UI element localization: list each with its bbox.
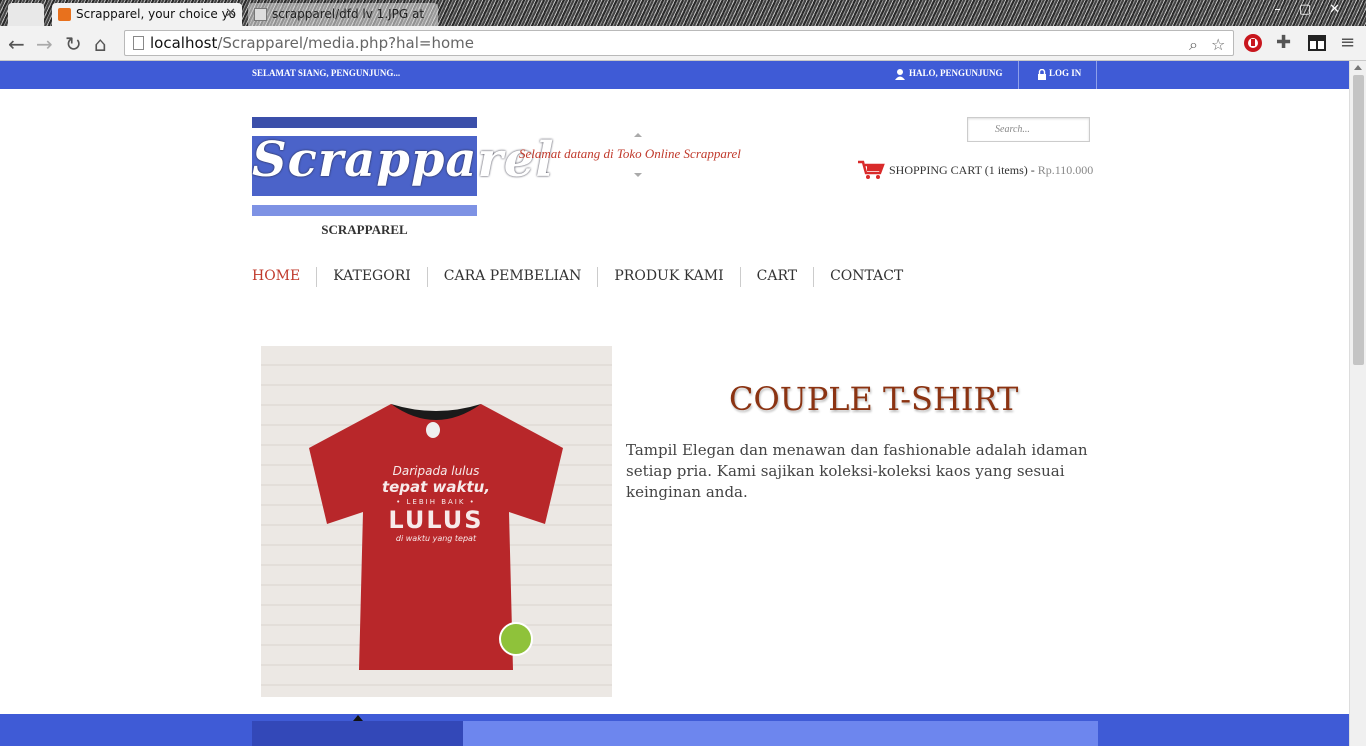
divider [1018, 61, 1019, 89]
greeting-text: SELAMAT SIANG, PENGUNJUNG... [252, 68, 401, 78]
user-greeting: HALO, PENGUNJUNG [909, 68, 1003, 78]
nav-item-contact[interactable]: CONTACT [813, 267, 919, 287]
adblock-icon[interactable] [1243, 33, 1263, 53]
logo-wordmark: Scrapparel [252, 132, 555, 188]
search-icon[interactable]: ⌕ [1189, 35, 1198, 55]
site-name: SCRAPPAREL [321, 222, 408, 237]
browser-tab-blank[interactable] [8, 3, 44, 26]
tab-title: Scrapparel, your choice yo [76, 7, 237, 21]
home-icon[interactable]: ⌂ [94, 32, 107, 56]
site-logo[interactable]: Scrapparel [252, 117, 555, 216]
forward-arrow-icon[interactable]: → [36, 32, 53, 56]
scroll-up-icon[interactable] [1354, 65, 1362, 70]
nav-item-produk-kami[interactable]: PRODUK KAMI [597, 267, 739, 287]
footer-tab-active[interactable] [252, 721, 463, 746]
menu-icon[interactable]: ≡ [1340, 32, 1355, 53]
shopping-cart-summary[interactable]: SHOPPING CART (1 items) - Rp.110.000 [889, 163, 1093, 178]
extension-icon[interactable] [1307, 33, 1327, 53]
main-nav: HOME KATEGORI CARA PEMBELIAN PRODUK KAMI… [252, 267, 919, 287]
scroll-thumb[interactable] [1353, 75, 1364, 365]
shopping-cart-icon[interactable] [857, 160, 885, 180]
close-icon[interactable]: ✕ [225, 6, 236, 21]
divider [1096, 61, 1097, 89]
shirt-print-line: tepat waktu, [381, 478, 491, 496]
nav-item-cara-pembelian[interactable]: CARA PEMBELIAN [426, 267, 598, 287]
shirt-print-line: LULUS [388, 506, 484, 534]
url-text[interactable]: localhost/Scrapparel/media.php?hal=home [150, 34, 474, 52]
page-scrollbar[interactable] [1349, 61, 1366, 746]
search-input[interactable]: Search... [967, 117, 1090, 142]
product-description: Tampil Elegan dan menawan dan fashionabl… [626, 441, 1088, 501]
login-link[interactable]: LOG IN [1049, 68, 1081, 78]
nav-item-home[interactable]: HOME [252, 267, 316, 287]
address-bar[interactable]: localhost/Scrapparel/media.php?hal=home … [124, 30, 1234, 56]
star-icon[interactable]: ☆ [1211, 35, 1225, 54]
shirt-print-line: di waktu yang tepat [395, 534, 477, 543]
back-arrow-icon[interactable]: ← [8, 32, 25, 56]
shirt-print-line: Daripada lulus [392, 464, 480, 478]
ticker-down-icon[interactable] [634, 173, 642, 177]
xampp-favicon-icon [58, 8, 71, 21]
user-icon [895, 69, 905, 80]
lock-icon [1038, 69, 1046, 80]
window-controls[interactable]: –▢✕ [1274, 2, 1358, 17]
welcome-ticker: Selamat datang di Toko Online Scrapparel [519, 146, 741, 161]
puzzle-icon[interactable]: ✚ [1276, 32, 1291, 53]
browser-tabstrip: Scrapparel, your choice yo ✕ scrapparel/… [0, 0, 1366, 26]
browser-toolbar: ← → ↻ ⌂ localhost/Scrapparel/media.php?h… [0, 26, 1366, 61]
product-title: COUPLE T-SHIRT [729, 380, 1019, 418]
cart-total: Rp.110.000 [1037, 163, 1094, 177]
ticker-up-icon[interactable] [634, 133, 642, 137]
footer-tabs [252, 721, 1098, 746]
nav-item-cart[interactable]: CART [739, 267, 813, 287]
product-image[interactable]: Daripada lulus tepat waktu, • LEBIH BAIK… [261, 346, 612, 697]
browser-tab-active[interactable]: Scrapparel, your choice yo ✕ [52, 3, 242, 26]
nav-item-kategori[interactable]: KATEGORI [316, 267, 427, 287]
shirt-print-line: • LEBIH BAIK • [396, 498, 476, 506]
page-favicon-icon [254, 8, 267, 21]
brand-badge-icon [499, 622, 533, 656]
browser-tab-inactive[interactable]: scrapparel/dfd lv 1.JPG at [248, 3, 438, 26]
reload-icon[interactable]: ↻ [65, 32, 82, 56]
tab-title: scrapparel/dfd lv 1.JPG at [272, 7, 425, 21]
site-topbar: SELAMAT SIANG, PENGUNJUNG... HALO, PENGU… [0, 61, 1349, 89]
page-icon [133, 36, 144, 50]
